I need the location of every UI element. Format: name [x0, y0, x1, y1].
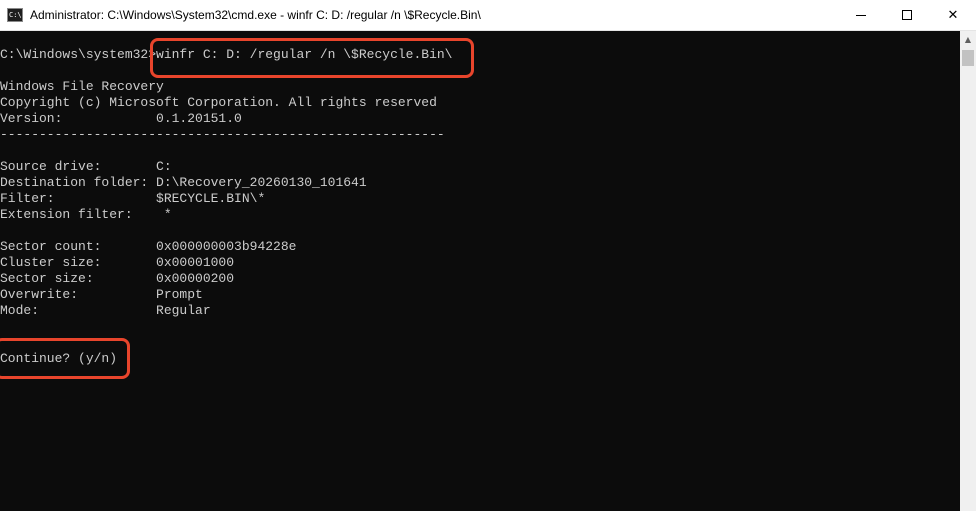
console-line: Source drive: C:: [0, 159, 172, 174]
close-icon: ✕: [947, 7, 959, 23]
console-line: Version: 0.1.20151.0: [0, 111, 242, 126]
console-line: Windows File Recovery: [0, 79, 164, 94]
console-line: Cluster size: 0x00001000: [0, 255, 235, 270]
minimize-icon: [856, 14, 866, 16]
maximize-icon: [902, 10, 912, 20]
vertical-scrollbar[interactable]: ▲: [960, 31, 976, 511]
scroll-up-icon[interactable]: ▲: [960, 31, 976, 48]
console-line: Sector count: 0x000000003b94228e: [0, 239, 297, 254]
separator-line: ----------------------------------------…: [0, 127, 445, 142]
command-highlight: [150, 38, 474, 78]
minimize-button[interactable]: [838, 0, 884, 30]
maximize-button[interactable]: [884, 0, 930, 30]
window-title: Administrator: C:\Windows\System32\cmd.e…: [30, 8, 481, 22]
continue-highlight: [0, 338, 130, 379]
close-button[interactable]: ✕: [930, 0, 976, 30]
console-line: Filter: $RECYCLE.BIN\*: [0, 191, 266, 206]
title-bar[interactable]: C:\ Administrator: C:\Windows\System32\c…: [0, 0, 976, 31]
cmd-icon[interactable]: C:\: [7, 8, 23, 22]
console-line: Copyright (c) Microsoft Corporation. All…: [0, 95, 437, 110]
scrollbar-thumb[interactable]: [962, 50, 974, 66]
console-line: Destination folder: D:\Recovery_20260130…: [0, 175, 367, 190]
console-output[interactable]: C:\Windows\system32>winfr C: D: /regular…: [0, 31, 960, 511]
console-line: Mode: Regular: [0, 303, 211, 318]
console-line: Overwrite: Prompt: [0, 287, 203, 302]
console-line: Sector size: 0x00000200: [0, 271, 235, 286]
console-line: Extension filter: *: [0, 207, 172, 222]
